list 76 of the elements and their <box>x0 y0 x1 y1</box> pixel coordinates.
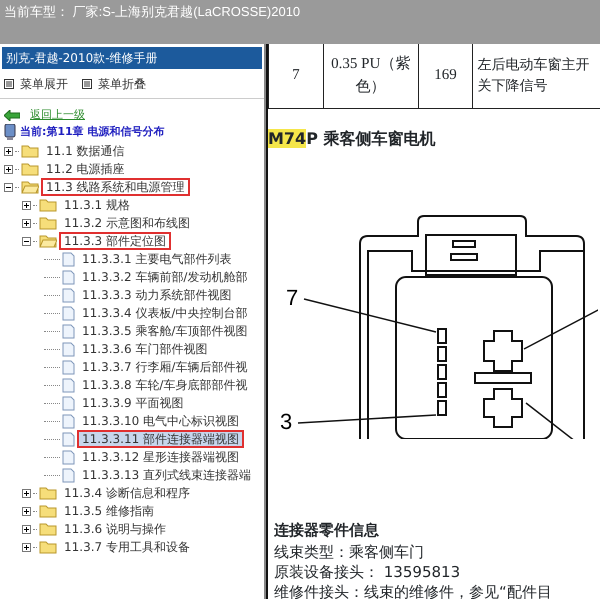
tree-item[interactable]: 11.3.7 专用工具和设备 <box>59 538 195 556</box>
sidebar-title: 别克-君越-2010款-维修手册 <box>2 47 262 69</box>
tree-item[interactable]: 11.3.3 部件定位图 <box>59 232 171 250</box>
page-icon <box>62 360 75 374</box>
page-icon <box>62 450 75 464</box>
window-title: 当前车型： 厂家:S-上海别克君越(LaCROSSE)2010 <box>3 3 302 21</box>
tree-item[interactable]: 11.3 线路系统和电源管理 <box>41 178 190 196</box>
expand-icon[interactable] <box>22 524 31 534</box>
page-icon <box>62 432 75 446</box>
expand-icon[interactable] <box>22 200 31 210</box>
page-icon <box>62 306 75 320</box>
expand-icon[interactable] <box>22 542 31 552</box>
tree-item[interactable]: 11.3.3.4 仪表板/中央控制台部 <box>77 304 252 322</box>
table-cell: 169 <box>418 44 473 108</box>
page-icon <box>62 468 75 482</box>
folder-icon <box>21 162 39 176</box>
tree-item[interactable]: 11.3.3.1 主要电气部件列表 <box>77 250 236 268</box>
page-icon <box>62 378 75 392</box>
tree-item[interactable]: 11.2 电源插座 <box>41 160 130 178</box>
expand-icon[interactable] <box>4 164 13 174</box>
tree-item[interactable]: 11.3.2 示意图和布线图 <box>59 214 195 232</box>
tree-item[interactable]: 11.3.3.7 行李厢/车辆后部件视 <box>77 358 252 376</box>
collapse-icon[interactable] <box>4 182 13 192</box>
menu-icon <box>82 78 92 88</box>
back-arrow-icon <box>4 110 20 121</box>
tree-item[interactable]: 11.1 数据通信 <box>41 142 130 160</box>
tree-item[interactable]: 11.3.1 规格 <box>59 196 135 214</box>
tree-item[interactable]: 11.3.4 诊断信息和程序 <box>59 484 195 502</box>
tree-item[interactable]: 11.3.3.2 车辆前部/发动机舱部 <box>77 268 252 286</box>
connector-heading: M74P 乘客侧车窗电机 <box>268 128 436 150</box>
folder-icon <box>39 486 57 500</box>
folder-icon <box>39 198 57 212</box>
pin-label: 7 <box>286 285 298 310</box>
tree-item[interactable]: 11.3.6 说明与操作 <box>59 520 171 538</box>
expand-icon[interactable] <box>22 218 31 228</box>
folder-icon <box>39 216 57 230</box>
info-line: 原装设备接头： 13595813 <box>273 562 462 582</box>
tree-item[interactable]: 11.3.3.11 部件连接器端视图 <box>77 430 244 448</box>
folder-icon <box>39 522 57 536</box>
menu-icon <box>4 78 14 88</box>
tree-item[interactable]: 11.3.3.3 动力系统部件视图 <box>77 286 236 304</box>
info-title: 连接器零件信息 <box>273 520 380 541</box>
expand-icon[interactable] <box>4 146 13 156</box>
page-icon <box>62 288 75 302</box>
table-cell: 7 <box>268 44 324 108</box>
page-icon <box>62 252 75 266</box>
tree-item[interactable]: 11.3.3.13 直列式线束连接器端 <box>77 466 256 484</box>
collapse-icon[interactable] <box>22 236 31 246</box>
pin-label: 3 <box>280 409 292 434</box>
tree-item[interactable]: 11.3.3.9 平面视图 <box>77 394 188 412</box>
tree-item[interactable]: 11.3.3.6 车门部件视图 <box>77 340 212 358</box>
folder-icon <box>39 504 57 518</box>
menu-button[interactable]: 菜单折叠 <box>82 75 146 92</box>
table-cell: 0.35 PU（紫色） <box>323 44 418 108</box>
back-link[interactable]: 返回上一级 <box>30 107 85 124</box>
computer-icon <box>4 124 16 140</box>
page-icon <box>62 270 75 284</box>
info-line: 线束类型：乘客侧车门 <box>273 542 425 562</box>
menu-button[interactable]: 菜单展开 <box>4 75 68 92</box>
tree-item[interactable]: 11.3.3.5 乘客舱/车顶部件视图 <box>77 322 252 340</box>
page-icon <box>62 324 75 338</box>
folder-icon <box>39 540 57 554</box>
page-icon <box>62 342 75 356</box>
open-folder-icon <box>39 234 57 248</box>
tree-item[interactable]: 11.3.5 维修指南 <box>59 502 159 520</box>
tree-item[interactable]: 11.3.3.10 电气中心标识视图 <box>77 412 244 430</box>
page-icon <box>62 414 75 428</box>
page-icon <box>62 396 75 410</box>
expand-icon[interactable] <box>22 506 31 516</box>
folder-icon <box>21 144 39 158</box>
open-folder-icon <box>21 180 39 194</box>
tree-item[interactable]: 11.3.3.8 车轮/车身底部部件视 <box>77 376 252 394</box>
info-line: 维修件接头：线束的维修件，参见“配件目 <box>273 582 553 599</box>
tree-item[interactable]: 11.3.3.12 星形连接器端视图 <box>77 448 244 466</box>
current-chapter: 当前:第11章 电源和信号分布 <box>20 124 165 140</box>
expand-icon[interactable] <box>22 488 31 498</box>
